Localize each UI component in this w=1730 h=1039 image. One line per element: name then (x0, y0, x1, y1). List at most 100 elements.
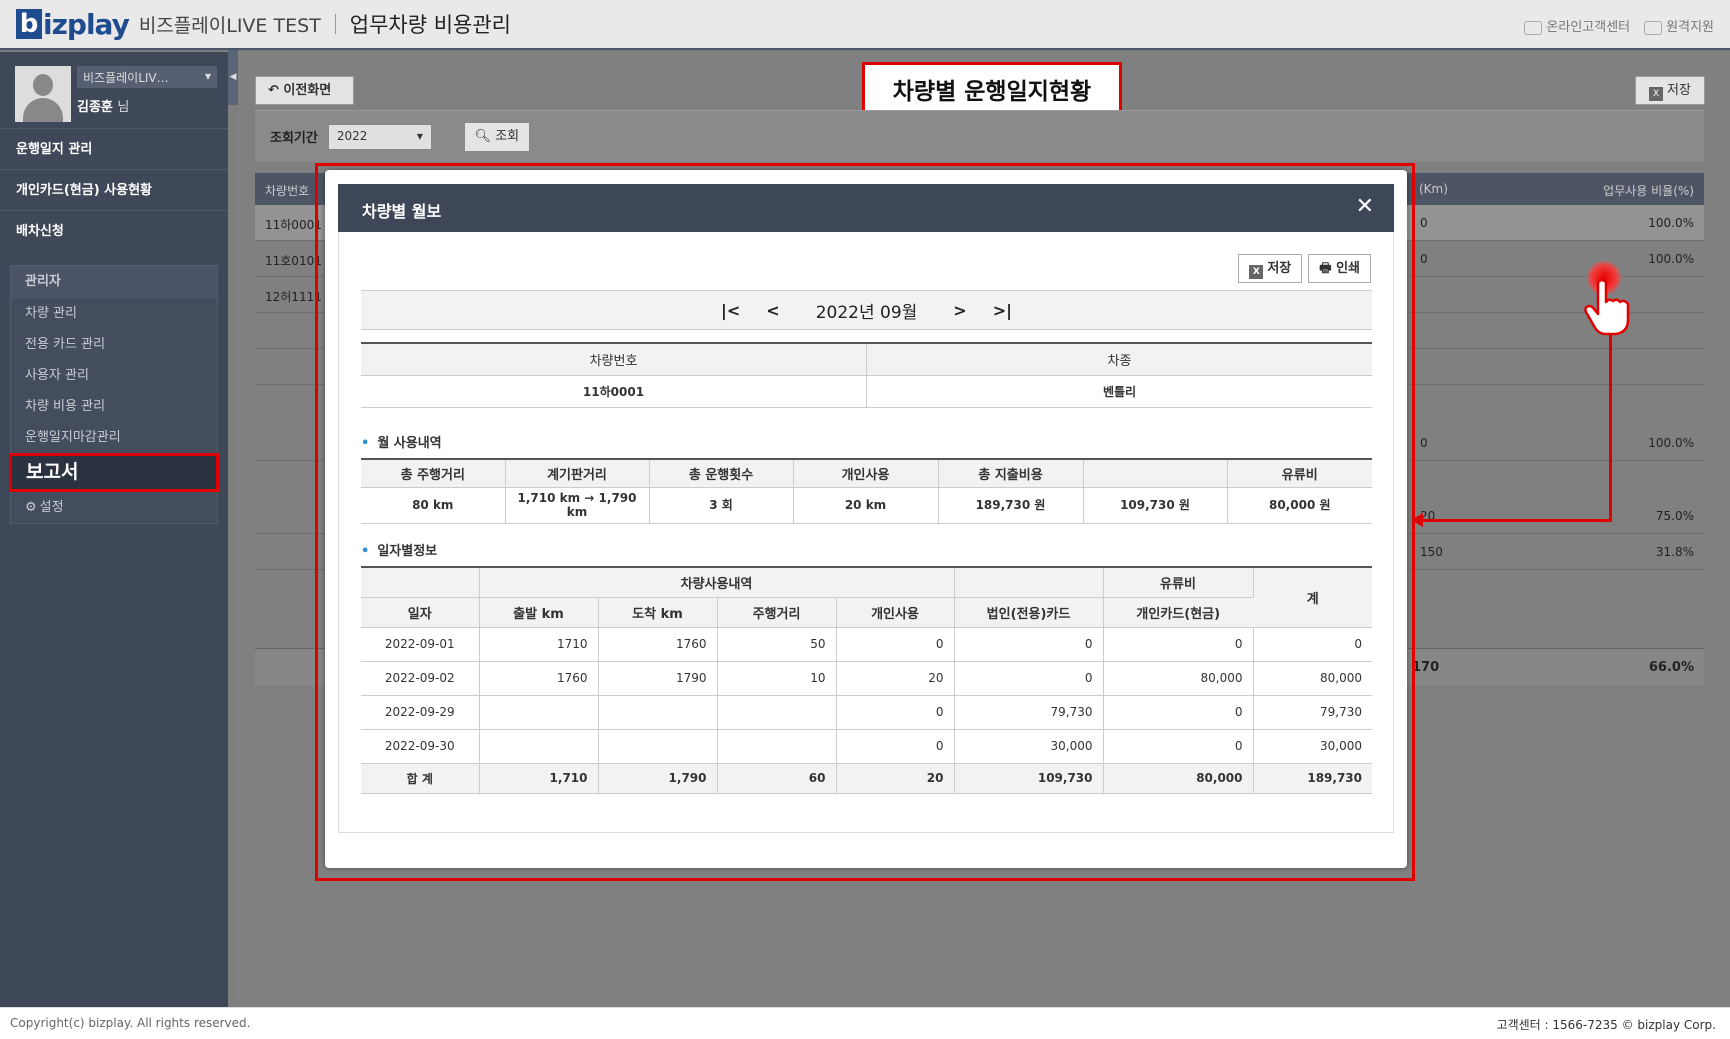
summary-header: 총 지출비용 (938, 459, 1084, 488)
row-km: 0 (1420, 436, 1428, 450)
row-ratio: 75.0% (1655, 509, 1694, 523)
sidebar: 비즈플레이LIV… ▾ 김종훈 님 운행일지 관리 개인카드(현금) 사용현황 … (0, 52, 228, 1007)
app-title: 업무차량 비용관리 (349, 13, 511, 37)
daily-cell: 2022-09-01 (361, 627, 480, 662)
menu-item-personal-card[interactable]: 개인카드(현금) 사용현황 (0, 169, 228, 210)
copyright-text: Copyright(c) bizplay. All rights reserve… (10, 1016, 251, 1030)
admin-item-close[interactable]: 운행일지마감관리 (11, 422, 217, 453)
daily-cell: 30,000 (954, 729, 1104, 764)
remote-support-link[interactable]: 원격지원 (1644, 16, 1714, 35)
daily-cell: 10 (717, 661, 837, 696)
admin-item-settings[interactable]: ⚙ 설정 (11, 492, 217, 523)
online-center-link[interactable]: 온라인고객센터 (1524, 16, 1630, 35)
daily-cell: 0 (1253, 627, 1372, 662)
daily-total-cell: 합 계 (361, 763, 480, 794)
daily-header-sum: 계 (1253, 567, 1372, 628)
daily-total-cell: 60 (717, 763, 837, 794)
first-month-button[interactable]: |< (721, 301, 740, 320)
admin-menu: 관리자 차량 관리 전용 카드 관리 사용자 관리 차량 비용 관리 운행일지마… (9, 265, 219, 524)
sidebar-collapse-toggle[interactable]: ◀ (228, 50, 238, 105)
footer: Copyright(c) bizplay. All rights reserve… (0, 1007, 1730, 1039)
admin-menu-title[interactable]: 관리자 (11, 266, 217, 298)
daily-cell (598, 695, 718, 730)
row-vehicle: 11하0001 (265, 218, 322, 232)
admin-item-report[interactable]: 보고서 (9, 453, 219, 492)
company-name: 비즈플레이LIVE TEST (138, 14, 321, 37)
admin-item-user[interactable]: 사용자 관리 (11, 360, 217, 391)
daily-cell: 1710 (479, 627, 599, 662)
summary-value: 109,730 원 (1083, 487, 1228, 524)
row-ratio: 100.0% (1648, 216, 1694, 230)
bizplay-logo[interactable]: b izplay (16, 7, 130, 41)
prev-month-button[interactable]: < (766, 301, 779, 320)
support-text: 고객센터 : 1566-7235 © bizplay Corp. (1496, 1018, 1716, 1032)
close-icon[interactable]: ✕ (1356, 194, 1374, 219)
modal-title: 차량별 월보 (362, 202, 442, 221)
month-navigator: |< < 2022년 09월 > >| (361, 290, 1372, 330)
daily-total-row: 합 계 1,710 1,790 60 20 109,730 80,000 189… (361, 763, 1372, 794)
top-header: b izplay 비즈플레이LIVE TEST 업무차량 비용관리 온라인고객센… (0, 0, 1730, 50)
admin-item-vehicle[interactable]: 차량 관리 (11, 298, 217, 329)
daily-cell: 1760 (479, 661, 599, 696)
daily-total-cell: 20 (836, 763, 955, 794)
settings-label: 설정 (39, 500, 64, 515)
daily-cell: 0 (1103, 695, 1254, 730)
company-select-value: 비즈플레이LIV… (83, 71, 169, 85)
menu-item-drive-log[interactable]: 운행일지 관리 (0, 128, 228, 169)
chevron-down-icon: ▾ (204, 69, 211, 83)
annotation-arrow (1411, 513, 1423, 527)
summary-value: 80,000 원 (1227, 487, 1372, 524)
modal-save-button[interactable]: X 저장 (1238, 254, 1303, 283)
company-select[interactable]: 비즈플레이LIV… ▾ (77, 66, 217, 88)
row-ratio: 100.0% (1648, 252, 1694, 266)
total-km: 170 (1412, 660, 1440, 675)
daily-header-end: 도착 km (598, 597, 718, 628)
save-label: 저장 (1667, 83, 1691, 98)
daily-header-personal: 개인사용 (836, 597, 955, 628)
excel-icon: X (1249, 265, 1264, 279)
search-bar: 조회기간 2022 ▾ 🔍︎ 조회 (255, 110, 1704, 162)
summary-value: 80 km (361, 487, 506, 524)
daily-group-fuel: 유류비 (1103, 567, 1254, 598)
table-row: 2022-09-01 1710 1760 50 0 0 0 0 (361, 627, 1372, 662)
daily-cell: 1760 (598, 627, 718, 662)
vehicle-number-header: 차량번호 (361, 343, 867, 376)
admin-item-cost[interactable]: 차량 비용 관리 (11, 391, 217, 422)
last-month-button[interactable]: >| (993, 301, 1012, 320)
summary-header: 계기판거리 (505, 459, 650, 488)
daily-cell: 1790 (598, 661, 718, 696)
year-select[interactable]: 2022 ▾ (327, 123, 432, 150)
daily-section-title: 일자별정보 (361, 540, 437, 559)
admin-item-card[interactable]: 전용 카드 관리 (11, 329, 217, 360)
annotation-line (1609, 332, 1612, 522)
hand-cursor-icon (1584, 278, 1630, 336)
daily-cell: 80,000 (1253, 661, 1372, 696)
daily-cell (479, 729, 599, 764)
main-menu: 운행일지 관리 개인카드(현금) 사용현황 배차신청 (0, 128, 228, 251)
save-button[interactable]: X 저장 (1635, 76, 1705, 105)
back-arrow-icon: ↶ (268, 83, 284, 98)
daily-cell: 30,000 (1253, 729, 1372, 764)
next-month-button[interactable]: > (953, 301, 966, 320)
printer-icon: 🖶 (1319, 261, 1337, 276)
daily-cell: 20 (836, 661, 955, 696)
header-divider (334, 14, 336, 34)
search-button[interactable]: 🔍︎ 조회 (463, 121, 530, 152)
row-ratio: 100.0% (1648, 436, 1694, 450)
user-name: 김종훈 님 (77, 96, 217, 115)
search-icon: 🔍︎ (474, 128, 492, 144)
table-row: 2022-09-02 1760 1790 10 20 0 80,000 80,0… (361, 661, 1372, 696)
back-button[interactable]: ↶ 이전화면 (255, 76, 354, 105)
daily-cell: 0 (1103, 729, 1254, 764)
user-name-text: 김종훈 (77, 100, 113, 115)
vehicle-model-header: 차종 (866, 343, 1372, 376)
logo-text: izplay (43, 7, 130, 41)
menu-item-dispatch[interactable]: 배차신청 (0, 210, 228, 251)
daily-total-cell: 1,710 (479, 763, 599, 794)
print-button[interactable]: 🖶 인쇄 (1308, 254, 1371, 283)
daily-cell (479, 695, 599, 730)
daily-info-table: 차량사용내역 유류비 계 일자 출발 km 도착 km 주행거리 개인사용 법인… (361, 566, 1372, 794)
year-value: 2022 (336, 128, 368, 143)
gear-icon: ⚙ (25, 500, 37, 515)
current-month: 2022년 09월 (815, 302, 918, 323)
